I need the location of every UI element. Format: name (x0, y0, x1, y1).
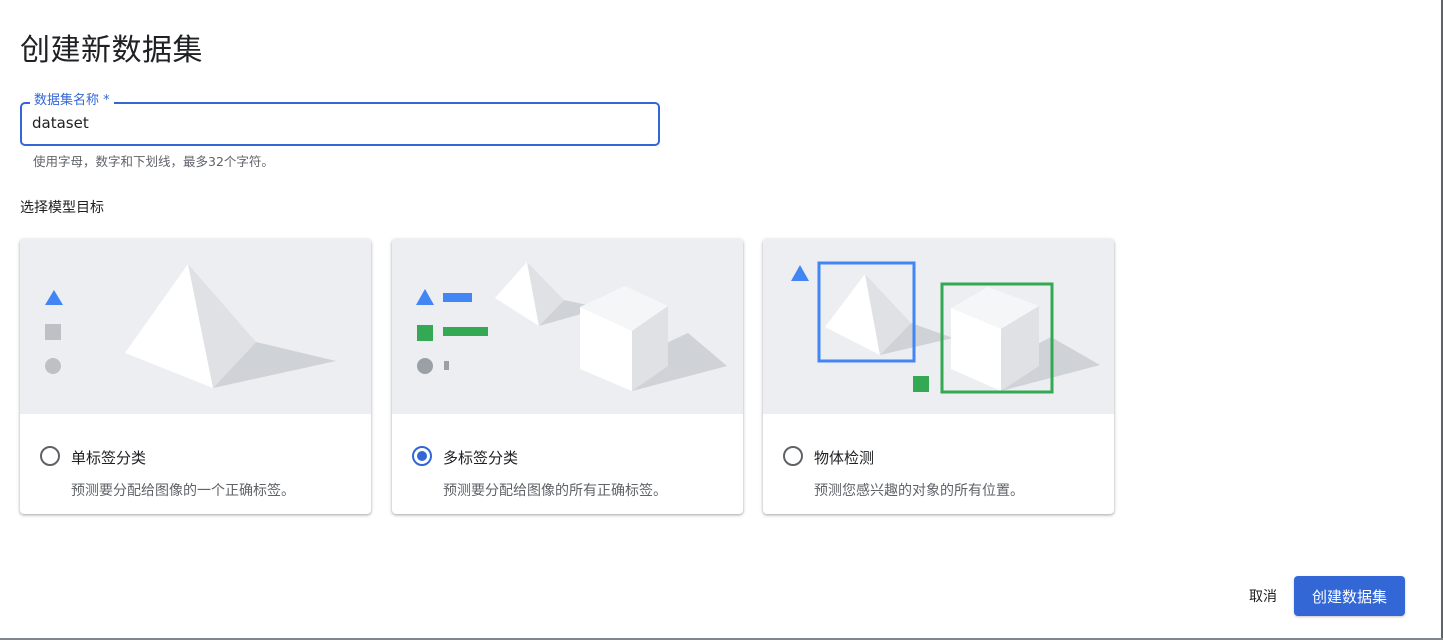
objective-card-object-detection[interactable]: 物体检测 预测您感兴趣的对象的所有位置。 (763, 239, 1114, 514)
circle-icon (417, 358, 433, 374)
objective-section-label: 选择模型目标 (20, 200, 104, 216)
single-label-description: 预测要分配给图像的一个正确标签。 (71, 483, 295, 499)
triangle-icon (45, 290, 63, 305)
single-label-title: 单标签分类 (71, 449, 147, 467)
dataset-name-hint: 使用字母，数字和下划线，最多32个字符。 (33, 154, 274, 169)
triangle-icon (416, 289, 434, 305)
dialog-title: 创建新数据集 (20, 33, 203, 68)
multi-label-title: 多标签分类 (443, 449, 519, 467)
create-dataset-dialog: 创建新数据集 数据集名称 * 使用字母，数字和下划线，最多32个字符。 选择模型… (0, 0, 1443, 640)
object-detection-title: 物体检测 (814, 449, 875, 467)
object-detection-illustration (763, 239, 1114, 414)
objective-card-single-label[interactable]: 单标签分类 预测要分配给图像的一个正确标签。 (20, 239, 371, 514)
square-icon (417, 325, 433, 341)
square-icon (45, 324, 61, 340)
create-dataset-button[interactable]: 创建数据集 (1294, 576, 1405, 616)
dataset-name-input[interactable] (32, 114, 632, 132)
triangle-icon (791, 265, 809, 281)
label-bar-gray (444, 361, 449, 370)
multi-label-radio[interactable] (412, 446, 432, 466)
multi-label-illustration (392, 239, 743, 414)
objective-card-multi-label[interactable]: 多标签分类 预测要分配给图像的所有正确标签。 (392, 239, 743, 514)
label-bar-blue (443, 293, 472, 302)
single-label-radio[interactable] (40, 446, 60, 466)
multi-label-description: 预测要分配给图像的所有正确标签。 (443, 483, 667, 499)
square-icon (913, 376, 929, 392)
dataset-name-field[interactable]: 数据集名称 * (20, 93, 660, 146)
object-detection-radio[interactable] (783, 446, 803, 466)
circle-icon (45, 358, 61, 374)
label-bar-green (443, 327, 488, 336)
single-label-illustration (20, 239, 371, 414)
cancel-button[interactable]: 取消 (1240, 583, 1286, 609)
object-detection-description: 预测您感兴趣的对象的所有位置。 (814, 483, 1024, 499)
dataset-name-label: 数据集名称 * (30, 93, 114, 109)
